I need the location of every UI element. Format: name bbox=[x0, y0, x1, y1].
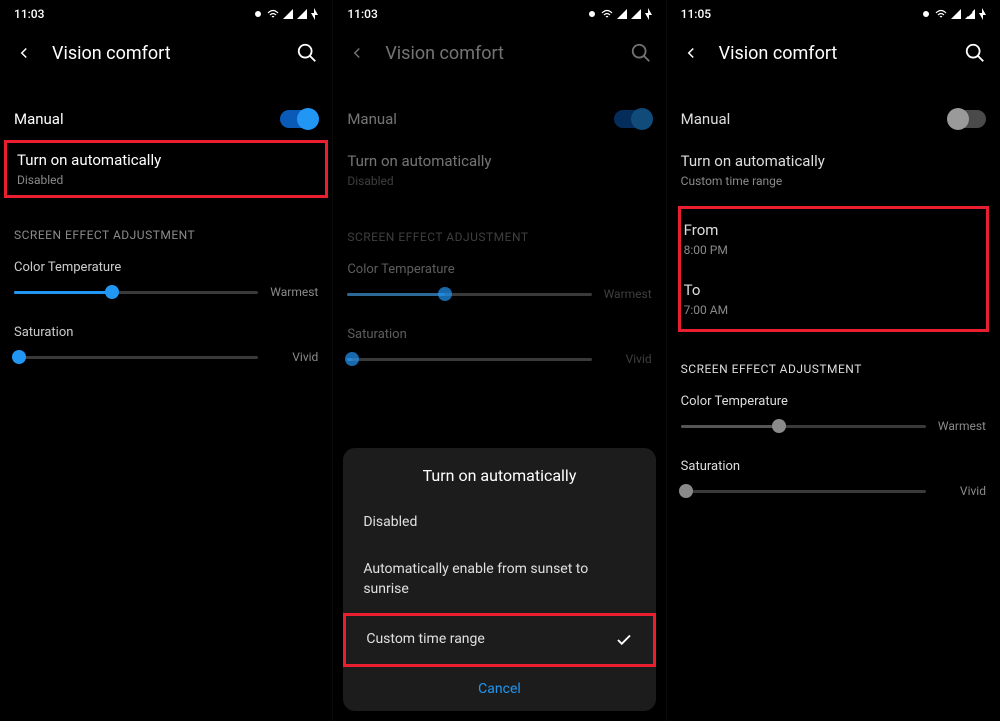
color-temp-slider[interactable] bbox=[681, 425, 926, 428]
saturation-end-label: Vivid bbox=[936, 484, 986, 498]
search-icon[interactable] bbox=[296, 42, 318, 64]
status-bar: 11:03 bbox=[333, 0, 665, 28]
auto-row: Turn on automatically Disabled bbox=[347, 140, 651, 200]
color-temp-group: Color Temperature Warmest bbox=[681, 394, 986, 433]
section-header: SCREEN EFFECT ADJUSTMENT bbox=[347, 230, 651, 244]
manual-row[interactable]: Manual bbox=[681, 98, 986, 140]
manual-label: Manual bbox=[347, 110, 397, 128]
saturation-group: Saturation Vivid bbox=[14, 325, 318, 364]
dialog-option-disabled[interactable]: Disabled bbox=[343, 499, 655, 547]
saturation-end-label: Vivid bbox=[602, 352, 652, 366]
status-icons bbox=[921, 8, 986, 20]
to-value: 7:00 AM bbox=[684, 303, 728, 317]
manual-toggle bbox=[614, 110, 652, 128]
auto-subtitle: Custom time range bbox=[681, 174, 783, 188]
auto-subtitle: Disabled bbox=[347, 174, 393, 188]
color-temp-label: Color Temperature bbox=[347, 262, 651, 277]
from-row[interactable]: From 8:00 PM bbox=[684, 209, 983, 269]
color-temp-slider bbox=[347, 293, 591, 296]
color-temp-end-label: Warmest bbox=[936, 419, 986, 433]
saturation-end-label: Vivid bbox=[268, 350, 318, 364]
back-icon[interactable] bbox=[14, 43, 34, 63]
back-icon[interactable] bbox=[681, 43, 701, 63]
check-icon bbox=[615, 631, 633, 649]
search-icon bbox=[630, 42, 652, 64]
dialog-option-sunset[interactable]: Automatically enable from sunset to sunr… bbox=[343, 546, 655, 613]
auto-title: Turn on automatically bbox=[681, 152, 825, 170]
to-row[interactable]: To 7:00 AM bbox=[684, 269, 983, 329]
section-header: SCREEN EFFECT ADJUSTMENT bbox=[681, 362, 986, 376]
page-title: Vision comfort bbox=[385, 43, 611, 64]
saturation-label: Saturation bbox=[347, 327, 651, 342]
saturation-label: Saturation bbox=[681, 459, 986, 474]
saturation-slider[interactable] bbox=[681, 490, 926, 493]
search-icon[interactable] bbox=[964, 42, 986, 64]
auto-row-highlight: Turn on automatically Disabled bbox=[4, 140, 328, 198]
saturation-slider bbox=[347, 358, 591, 361]
from-value: 8:00 PM bbox=[684, 243, 728, 257]
auto-row[interactable]: Turn on automatically Disabled bbox=[17, 151, 315, 187]
auto-title: Turn on automatically bbox=[17, 151, 315, 169]
back-icon bbox=[347, 43, 367, 63]
status-icons bbox=[253, 8, 318, 20]
color-temp-group: Color Temperature Warmest bbox=[14, 260, 318, 299]
status-icons bbox=[587, 8, 652, 20]
dialog-cancel-button[interactable]: Cancel bbox=[343, 667, 655, 711]
page-title: Vision comfort bbox=[719, 43, 946, 64]
auto-dialog: Turn on automatically Disabled Automatic… bbox=[343, 448, 655, 711]
from-label: From bbox=[684, 221, 719, 239]
status-time: 11:05 bbox=[681, 7, 711, 21]
saturation-group: Saturation Vivid bbox=[347, 327, 651, 366]
status-bar: 11:03 bbox=[0, 0, 332, 28]
color-temp-end-label: Warmest bbox=[602, 287, 652, 301]
saturation-slider[interactable] bbox=[14, 356, 258, 359]
color-temp-group: Color Temperature Warmest bbox=[347, 262, 651, 301]
color-temp-label: Color Temperature bbox=[681, 394, 986, 409]
auto-subtitle: Disabled bbox=[17, 173, 315, 187]
manual-toggle[interactable] bbox=[280, 110, 318, 128]
color-temp-slider[interactable] bbox=[14, 291, 258, 294]
manual-label: Manual bbox=[14, 110, 64, 128]
time-range-highlight: From 8:00 PM To 7:00 AM bbox=[678, 206, 989, 332]
dialog-title: Turn on automatically bbox=[343, 448, 655, 499]
manual-row[interactable]: Manual bbox=[14, 98, 318, 140]
to-label: To bbox=[684, 281, 701, 299]
color-temp-end-label: Warmest bbox=[268, 285, 318, 299]
saturation-group: Saturation Vivid bbox=[681, 459, 986, 498]
auto-title: Turn on automatically bbox=[347, 152, 491, 170]
color-temp-label: Color Temperature bbox=[14, 260, 318, 275]
section-header: SCREEN EFFECT ADJUSTMENT bbox=[14, 228, 318, 242]
status-bar: 11:05 bbox=[667, 0, 1000, 28]
page-title: Vision comfort bbox=[52, 43, 278, 64]
status-time: 11:03 bbox=[14, 7, 44, 21]
manual-label: Manual bbox=[681, 110, 731, 128]
saturation-label: Saturation bbox=[14, 325, 318, 340]
dialog-option-custom[interactable]: Custom time range bbox=[343, 613, 655, 667]
manual-toggle[interactable] bbox=[948, 110, 986, 128]
auto-row[interactable]: Turn on automatically Custom time range bbox=[681, 140, 986, 200]
status-time: 11:03 bbox=[347, 7, 377, 21]
manual-row: Manual bbox=[347, 98, 651, 140]
